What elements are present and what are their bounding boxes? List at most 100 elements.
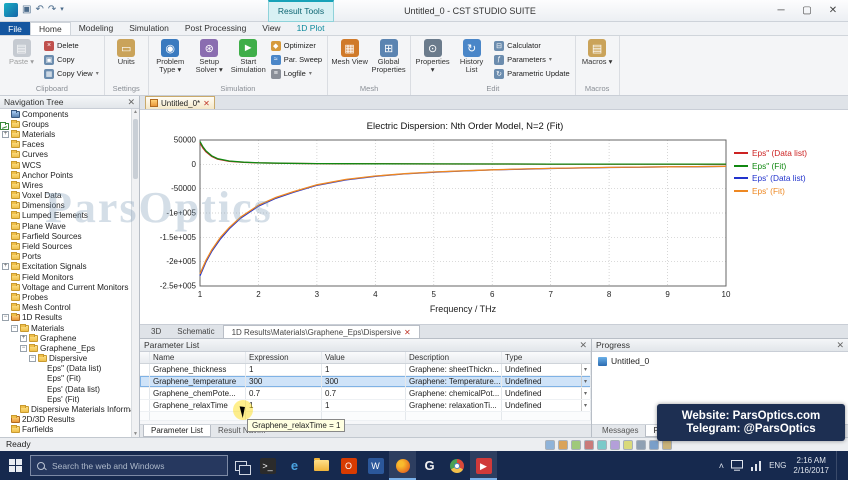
calculator-button[interactable]: ⊟ Calculator [492,39,572,52]
taskbar-cmd-button[interactable]: >_ [254,451,281,480]
tree-scrollbar[interactable]: ▲ ▼ [131,109,139,437]
tree-item-voxel-data[interactable]: Voxel Data [0,191,131,201]
history-list-button[interactable]: ↻ History List [453,38,490,74]
global-properties-button[interactable]: ⊞ Global Properties [370,38,407,74]
paste-button[interactable]: ▤ Paste ▾ [3,38,40,66]
type-dropdown-icon[interactable]: ▾ [580,388,587,399]
parameters-button[interactable]: ƒ Parameters ▾ [492,53,572,66]
status-icon-8[interactable] [636,440,646,450]
tree-item-groups[interactable]: Groups [0,119,131,129]
parameter-row-graphene-chempote[interactable]: Graphene_chemPote... 0.7 0.7 Graphene: chem… [140,388,591,400]
language-indicator[interactable]: ENG [769,461,786,470]
collapse-icon[interactable]: − [11,324,18,332]
taskbar-edge-button[interactable]: e [281,451,308,480]
tree-item-plane-wave[interactable]: Plane Wave [0,221,131,231]
ribbon-tab-simulation[interactable]: Simulation [121,22,177,35]
tree-item-eps-data-list[interactable]: Eps' (Data list) [0,122,131,394]
taskbar-google-button[interactable]: G [416,451,443,480]
close-panel-icon[interactable]: ✕ [127,96,135,108]
optimizer-button[interactable]: ◆ Optimizer [269,39,324,52]
close-panel-icon[interactable]: ✕ [579,339,587,351]
tree-item-field-sources[interactable]: Field Sources [0,241,131,251]
tree-item-faces[interactable]: Faces [0,140,131,150]
minimize-button[interactable]: ─ [768,1,794,20]
copy-view-button[interactable]: ▦ Copy View ▾ [42,67,101,80]
ribbon-tab-view[interactable]: View [254,22,288,35]
status-icon-9[interactable] [649,440,659,450]
tree-item-mesh-control[interactable]: Mesh Control [0,303,131,313]
start-simulation-button[interactable]: ► Start Simulation [230,38,267,74]
save-icon[interactable]: ▣ [22,3,31,17]
taskbar-office-button[interactable]: O [335,451,362,480]
tree-item-curves[interactable]: Curves [0,150,131,160]
ribbon-tab-modeling[interactable]: Modeling [71,22,122,35]
document-tab-untitled[interactable]: Untitled_0* ✕ [145,96,215,109]
file-tab[interactable]: File [0,22,30,35]
mesh-view-button[interactable]: ▦ Mesh View [331,38,368,66]
properties-button[interactable]: ⊙ Properties ▾ [414,38,451,74]
type-dropdown-icon[interactable]: ▾ [580,364,587,375]
qat-more-icon[interactable]: ▾ [60,3,64,17]
tree-item-lumped-elements[interactable]: Lumped Elements [0,211,131,221]
tree-item-probes[interactable]: Probes [0,292,131,302]
tree-item-ports[interactable]: Ports [0,252,131,262]
taskbar-word-button[interactable]: W [362,451,389,480]
close-panel-icon[interactable]: ✕ [836,339,844,351]
tray-expand-icon[interactable]: ˄ [719,461,724,471]
status-icon-3[interactable] [571,440,581,450]
status-icon-2[interactable] [558,440,568,450]
column-header-name[interactable]: Name [150,352,246,363]
start-button[interactable] [0,451,30,480]
collapse-icon[interactable]: − [2,314,9,322]
search-input[interactable] [50,459,210,472]
network-icon[interactable] [750,460,762,471]
redo-icon[interactable]: ↷ [48,3,56,17]
taskbar-clock[interactable]: 2:16 AM 2/16/2017 [793,456,829,476]
status-icon-4[interactable] [584,440,594,450]
par-sweep-button[interactable]: ≈ Par. Sweep [269,53,324,66]
status-icon-1[interactable] [545,440,555,450]
tree-item-eps-fit[interactable]: Eps' (Fit) [0,122,131,404]
status-icon-10[interactable] [662,440,672,450]
parametric-update-button[interactable]: ↻ Parametric Update [492,67,572,80]
expand-icon[interactable]: + [2,263,9,271]
logfile-button[interactable]: ≡ Logfile ▾ [269,67,324,80]
taskbar-chrome-button[interactable] [443,451,470,480]
column-header-expression[interactable]: Expression [246,352,322,363]
tree-item-dimensions[interactable]: Dimensions [0,201,131,211]
units-button[interactable]: ▭ Units [108,38,145,66]
maximize-button[interactable]: ▢ [794,1,820,20]
taskbar-file-explorer-button[interactable] [308,451,335,480]
expand-icon[interactable]: + [20,334,27,342]
status-icon-6[interactable] [610,440,620,450]
collapse-icon[interactable]: − [20,344,27,352]
show-desktop-button[interactable] [836,451,840,480]
tree-item-components[interactable]: Components [0,109,131,119]
tree-item-field-monitors[interactable]: Field Monitors [0,272,131,282]
tree-item-wcs[interactable]: WCS [0,160,131,170]
undo-icon[interactable]: ↶ [35,3,43,17]
close-button[interactable]: ✕ [820,1,846,20]
problem-type-button[interactable]: ◉ Problem Type ▾ [152,38,189,74]
tree-item-1d-results[interactable]: −1D Results [0,313,131,323]
macros-button[interactable]: ▤ Macros ▾ [579,38,616,66]
tree-item-dispersive[interactable]: − Dispersive [0,354,131,364]
tree-item-2d-3d-results[interactable]: 2D/3D Results [0,415,131,425]
taskbar-search[interactable] [30,455,228,476]
tree-item-voltage-and-current-monitors[interactable]: Voltage and Current Monitors [0,282,131,292]
panel-tab-parameter-list[interactable]: Parameter List [143,425,212,437]
column-header-type[interactable]: Type [502,352,591,363]
close-tab-icon[interactable]: ✕ [203,99,210,108]
type-dropdown-icon[interactable]: ▾ [580,400,587,411]
parameter-row-graphene-thickness[interactable]: Graphene_thickness 1 1 Graphene: sheetThick… [140,364,591,376]
column-header-description[interactable]: Description [406,352,502,363]
ribbon-tab-home[interactable]: Home [30,22,71,35]
copy-button[interactable]: ▣ Copy [42,53,101,66]
ribbon-tab-1d-plot[interactable]: 1D Plot [289,22,333,35]
ribbon-tab-post-processing[interactable]: Post Processing [177,22,254,35]
scrollbar-thumb[interactable] [133,119,138,179]
view-tab-1d-results-materials-graphene-eps-disper[interactable]: 1D Results\Materials\Graphene_Eps\Disper… [222,325,420,338]
parameter-new-row[interactable] [140,412,591,421]
tree-item-anchor-points[interactable]: Anchor Points [0,170,131,180]
tree-item-materials[interactable]: − Materials [0,323,131,333]
